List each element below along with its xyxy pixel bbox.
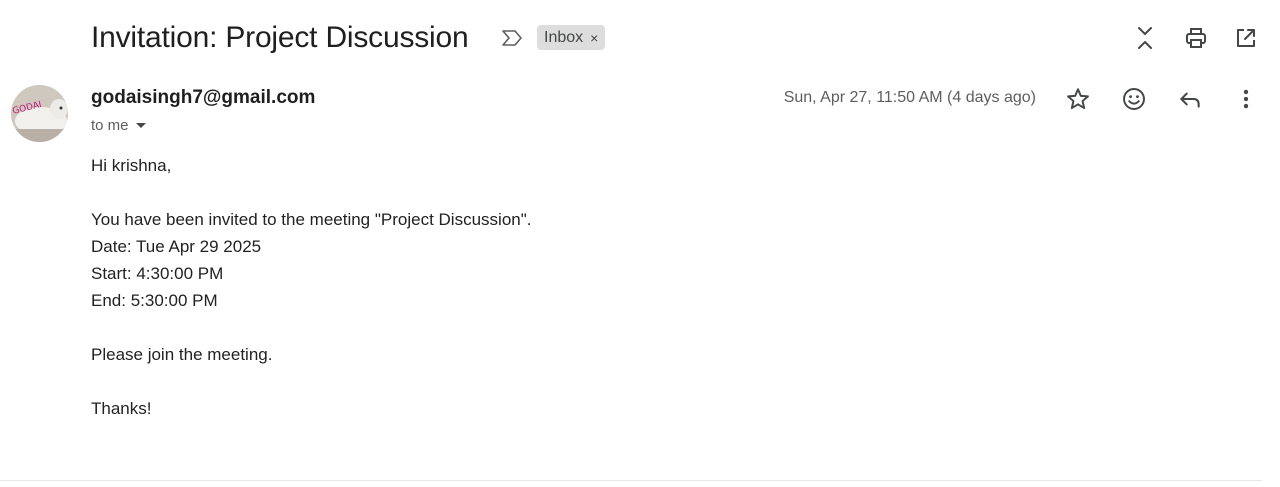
body-line: You have been invited to the meeting "Pr… — [91, 210, 532, 229]
star-icon[interactable] — [1065, 86, 1091, 112]
body-line: Date: Tue Apr 29 2025 — [91, 237, 262, 256]
body-closing: Thanks! — [91, 399, 152, 418]
caret-down-icon — [135, 123, 146, 128]
emoji-reaction-icon[interactable] — [1121, 86, 1147, 112]
avatar-image: GODAI — [11, 85, 68, 142]
subject-row: Invitation: Project Discussion Inbox × — [0, 14, 1280, 62]
sender-avatar[interactable]: GODAI — [11, 85, 68, 142]
open-in-new-window-icon[interactable] — [1234, 26, 1258, 50]
message-divider — [0, 480, 1262, 481]
importance-marker-icon[interactable] — [500, 26, 524, 50]
body-line: End: 5:30:00 PM — [91, 291, 218, 310]
body-line: Start: 4:30:00 PM — [91, 264, 224, 283]
sender-email[interactable]: godaisingh7@gmail.com — [91, 87, 315, 109]
more-vert-icon[interactable] — [1233, 86, 1259, 112]
label-text: Inbox — [544, 28, 584, 46]
inbox-label-chip[interactable]: Inbox × — [537, 25, 606, 50]
message-body: Hi krishna, You have been invited to the… — [91, 152, 531, 422]
recipient-details-toggle[interactable]: to me — [91, 117, 146, 134]
body-greeting: Hi krishna, — [91, 156, 172, 175]
message-date: Sun, Apr 27, 11:50 AM (4 days ago) — [783, 89, 1036, 106]
reply-icon[interactable] — [1177, 86, 1203, 112]
email-subject: Invitation: Project Discussion — [91, 21, 469, 54]
expand-collapse-icon[interactable] — [1133, 26, 1157, 50]
print-icon[interactable] — [1184, 26, 1208, 50]
recipient-label: to me — [91, 117, 129, 134]
body-line: Please join the meeting. — [91, 345, 273, 364]
remove-label-button[interactable]: × — [590, 30, 598, 46]
